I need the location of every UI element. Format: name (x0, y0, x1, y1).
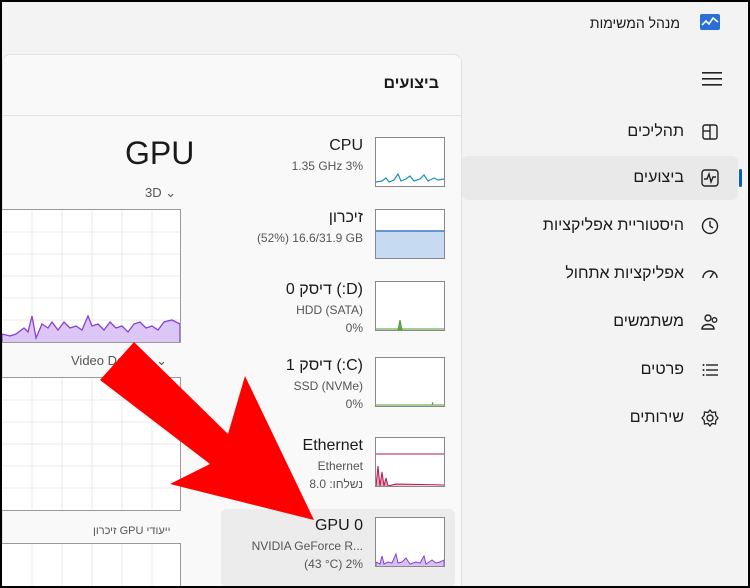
device-stat: 0% (345, 397, 363, 411)
device-name: Ethernet (302, 437, 363, 454)
nav-item-label: היסטוריית אפליקציות (542, 217, 684, 234)
nav-item-label: ביצועים (633, 169, 684, 186)
engine-2-graph (2, 377, 181, 511)
device-memory[interactable]: זיכרון (52%) 16.6/31.9 GB (221, 205, 455, 283)
app-title: מנהל המשימות (589, 15, 680, 31)
device-ethernet[interactable]: Ethernet Ethernet נשלחו: 8.0 (221, 433, 455, 511)
nav-item-processes[interactable]: תהליכים (462, 110, 738, 154)
nav-item-label: תהליכים (627, 123, 684, 140)
device-disk-0[interactable]: דיסק 0 (:D) HDD (SATA) 0% (221, 277, 455, 355)
device-name: CPU (329, 137, 363, 154)
nav-item-startup-apps[interactable]: אפליקציות אתחול (462, 252, 738, 296)
memory-thumbnail-graph (375, 209, 445, 259)
nav-item-users[interactable]: משתמשים (462, 300, 738, 344)
ethernet-thumbnail-graph (375, 437, 445, 487)
engine-1-dropdown[interactable]: 3D ⌄ (145, 185, 176, 201)
device-stat: 0% (345, 321, 363, 335)
device-gpu-0[interactable]: GPU 0 NVIDIA GeForce R... (43 °C) 2% (221, 509, 455, 586)
services-icon (701, 408, 719, 428)
device-disk-1[interactable]: דיסק 1 (:C) SSD (NVMe) 0% (221, 353, 455, 431)
device-stat: נשלחו: 8.0 (309, 477, 363, 491)
nav-item-performance[interactable]: ביצועים (462, 156, 738, 200)
nav-item-details[interactable]: פרטים (462, 348, 738, 392)
gpu-thumbnail-graph (375, 517, 445, 567)
disk1-thumbnail-graph (375, 357, 445, 407)
title-bar: מנהל המשימות (2, 2, 748, 48)
details-icon (702, 364, 718, 376)
divider (3, 115, 461, 116)
history-icon (701, 217, 719, 235)
device-stat: (43 °C) 2% (304, 557, 363, 571)
device-type: HDD (SATA) (296, 303, 363, 317)
device-name: דיסק 1 (:C) (285, 357, 363, 374)
nav-item-label: שירותים (629, 409, 684, 426)
dedicated-memory-label: זיכרון GPU ייעודי (93, 525, 171, 537)
nav-item-label: משתמשים (613, 313, 684, 330)
device-name: דיסק 0 (:D) (285, 281, 363, 298)
device-name: זיכרון (328, 209, 363, 226)
active-indicator (739, 169, 742, 187)
task-manager-window: מנהל המשימות תהליכים ביצועים היסטוריית א… (0, 0, 750, 588)
device-type: SSD (NVMe) (293, 379, 363, 393)
nav-item-app-history[interactable]: היסטוריית אפליקציות (462, 204, 738, 248)
device-stat: (52%) 16.6/31.9 GB (256, 231, 363, 245)
device-model: NVIDIA GeForce R... (251, 539, 363, 553)
performance-icon (701, 169, 719, 187)
nav-item-services[interactable]: שירותים (462, 396, 738, 440)
startup-icon (702, 270, 718, 279)
performance-panel: ביצועים CPU 1.35 GHz 3% זיכרון (52%) 16.… (2, 54, 462, 586)
chevron-down-icon: ⌄ (156, 353, 167, 368)
device-cpu[interactable]: CPU 1.35 GHz 3% (221, 133, 455, 211)
engine-2-dropdown[interactable]: Video Decode ⌄ (71, 353, 167, 369)
users-icon (701, 314, 718, 330)
cpu-thumbnail-graph (375, 137, 445, 187)
chevron-down-icon: ⌄ (165, 185, 177, 200)
detail-title: GPU (125, 135, 195, 171)
nav-item-label: פרטים (640, 361, 684, 378)
device-name: GPU 0 (314, 517, 363, 534)
device-stat: 1.35 GHz 3% (291, 159, 363, 173)
nav-item-label: אפליקציות אתחול (565, 265, 684, 282)
device-type: Ethernet (317, 459, 363, 473)
panel-title: ביצועים (383, 75, 439, 92)
processes-icon (702, 124, 718, 140)
hamburger-menu-icon[interactable] (702, 72, 722, 86)
task-manager-app-icon (700, 14, 720, 30)
engine-1-graph (2, 209, 181, 343)
engine-2-label: Video Decode (71, 353, 153, 368)
disk0-thumbnail-graph (375, 281, 445, 331)
dedicated-memory-graph (2, 543, 181, 586)
engine-1-label: 3D (145, 185, 162, 200)
